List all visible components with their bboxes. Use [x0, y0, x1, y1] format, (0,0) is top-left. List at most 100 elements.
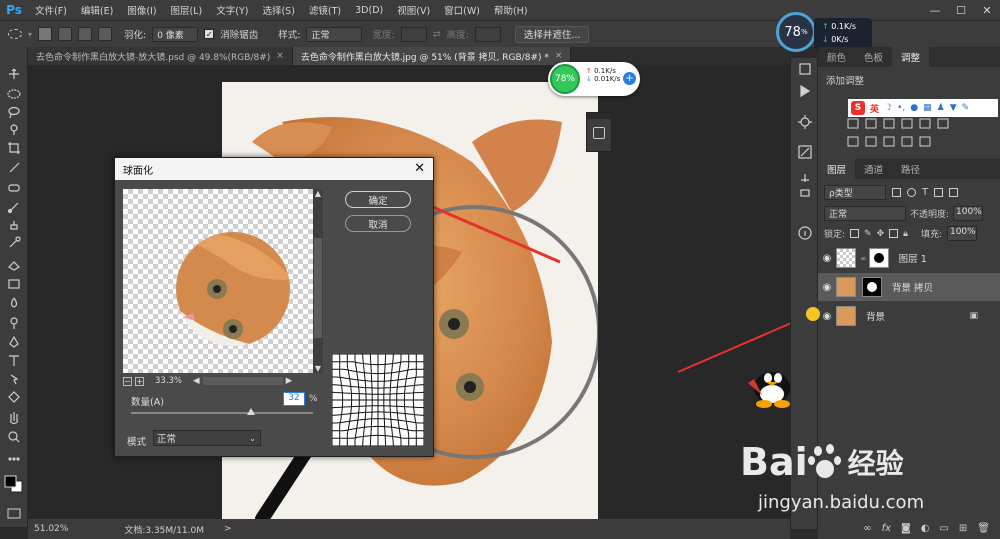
blend-mode-select[interactable]: 正常: [824, 206, 906, 221]
fill-input[interactable]: 100%: [946, 226, 977, 241]
lock-pixels-icon[interactable]: ✎: [864, 229, 872, 239]
tab-channels[interactable]: 通道: [855, 159, 892, 179]
swap-icon[interactable]: ⇄: [433, 29, 441, 40]
shirt-icon[interactable]: ▼: [950, 103, 957, 113]
cancel-button[interactable]: 取消: [345, 215, 411, 232]
feather-input[interactable]: 0 像素: [152, 26, 199, 42]
zoom-in-button[interactable]: +: [135, 376, 144, 386]
menu-file[interactable]: 文件(F): [28, 3, 74, 17]
preview-scroll-vertical[interactable]: ▲ ▼: [313, 189, 323, 373]
menu-filter[interactable]: 滤镜(T): [302, 3, 348, 17]
keyboard-icon[interactable]: ▦: [923, 103, 932, 113]
layer-mask-thumbnail[interactable]: [862, 277, 882, 297]
kind-filter-select[interactable]: ρ类型: [824, 185, 886, 200]
tab-document-1[interactable]: 去色命令制作黑白放大镜-放大镜.psd @ 49.8%(RGB/8#) ×: [28, 47, 293, 65]
close-button[interactable]: ✕: [974, 0, 1000, 20]
filter-smart-icon[interactable]: [949, 188, 959, 197]
new-selection-button[interactable]: [38, 27, 53, 41]
lock-all-icon[interactable]: 🔒︎: [903, 229, 908, 239]
tab-paths[interactable]: 路径: [892, 159, 929, 179]
menu-view[interactable]: 视图(V): [390, 3, 437, 17]
filter-pixel-icon[interactable]: [892, 188, 901, 197]
filter-type-icon[interactable]: T: [922, 187, 928, 198]
lock-position-icon[interactable]: ✥: [877, 229, 885, 239]
layer-mask-thumbnail[interactable]: [868, 248, 889, 268]
select-and-mask-button[interactable]: 选择并遮住...: [514, 25, 590, 43]
antialias-checkbox[interactable]: ✓: [204, 29, 215, 39]
clone-source-icon: [800, 174, 810, 197]
adjust-panel-tabs: 颜色 色板 调整: [818, 47, 1000, 67]
lock-artboard-icon[interactable]: [889, 229, 899, 238]
opacity-input[interactable]: 100%: [953, 206, 984, 221]
ok-button[interactable]: 确定: [345, 191, 411, 208]
layer-row-selected[interactable]: ◉ 背景 拷贝: [818, 273, 1000, 301]
close-icon[interactable]: ×: [276, 51, 284, 61]
menu-layer[interactable]: 图层(L): [164, 3, 210, 17]
tab-swatches[interactable]: 色板: [855, 47, 892, 67]
moon-icon[interactable]: ☽: [884, 103, 892, 113]
amount-input[interactable]: 32: [283, 392, 305, 406]
menu-type[interactable]: 文字(Y): [209, 3, 255, 17]
amount-slider-thumb[interactable]: [247, 408, 256, 415]
scroll-horizontal[interactable]: [202, 377, 283, 385]
filter-adjust-icon[interactable]: [907, 188, 916, 197]
more-tools-icon: [8, 457, 20, 461]
network-monitor-ring: 78%: [776, 12, 816, 52]
minimize-button[interactable]: —: [922, 0, 948, 20]
chevron-down-icon[interactable]: ▾: [28, 30, 32, 39]
scroll-left-icon[interactable]: ◀: [193, 376, 200, 386]
tab-color[interactable]: 颜色: [818, 47, 855, 67]
visibility-eye-icon[interactable]: ◉: [818, 311, 836, 322]
lock-transparent-icon[interactable]: [850, 229, 860, 238]
mode-select[interactable]: 正常 ⌄: [153, 430, 261, 446]
scroll-right-icon[interactable]: ▶: [286, 376, 293, 386]
network-expand-button[interactable]: +: [623, 72, 636, 85]
zoom-out-button[interactable]: −: [123, 376, 132, 386]
tab-document-2[interactable]: 去色命令制作黑白放大镜.jpg @ 51% (背景 拷贝, RGB/8#) * …: [292, 47, 572, 65]
lock-label: 锁定:: [824, 230, 846, 240]
status-menu-arrow[interactable]: >: [224, 524, 232, 534]
ime-language[interactable]: 英: [870, 102, 879, 115]
width-input[interactable]: [400, 26, 427, 42]
close-icon[interactable]: ✕: [414, 161, 425, 176]
maximize-button[interactable]: ☐: [948, 0, 974, 20]
add-selection-button[interactable]: [58, 27, 73, 41]
marquee-ellipse-icon[interactable]: [8, 29, 22, 39]
layer-row[interactable]: ◉ 背景 ▣: [818, 302, 1000, 330]
scroll-thumb[interactable]: [314, 238, 322, 338]
menu-image[interactable]: 图像(I): [120, 3, 163, 17]
style-select[interactable]: 正常: [306, 26, 363, 42]
tab-adjustments[interactable]: 调整: [892, 47, 930, 67]
wrench-icon[interactable]: ✎: [962, 103, 970, 113]
mic-icon[interactable]: ●: [910, 103, 918, 113]
height-input[interactable]: [474, 26, 501, 42]
visibility-eye-icon[interactable]: ◉: [818, 282, 836, 293]
amount-slider[interactable]: [131, 412, 313, 414]
menu-window[interactable]: 窗口(W): [437, 3, 487, 17]
close-icon[interactable]: ×: [555, 51, 563, 61]
layer-row[interactable]: ◉ ∞ 图层 1: [818, 244, 1000, 272]
subtract-selection-button[interactable]: [78, 27, 93, 41]
user-icon[interactable]: ♟: [937, 103, 945, 113]
tab-layers[interactable]: 图层: [818, 159, 856, 179]
jingyan-chinese: 经验: [847, 447, 904, 480]
scroll-down-icon[interactable]: ▼: [313, 364, 323, 373]
upload-arrow-icon: ↑: [822, 22, 829, 31]
zoom-level[interactable]: 51.02%: [34, 524, 68, 534]
menu-edit[interactable]: 编辑(E): [74, 3, 120, 17]
menu-help[interactable]: 帮助(H): [487, 3, 535, 17]
menu-select[interactable]: 选择(S): [255, 3, 301, 17]
amount-unit: %: [309, 394, 318, 404]
filter-shape-icon[interactable]: [934, 188, 944, 197]
intersect-selection-button[interactable]: [98, 27, 113, 41]
menu-3d[interactable]: 3D(D): [348, 5, 390, 16]
scroll-up-icon[interactable]: ▲: [313, 189, 323, 198]
info-icon[interactable]: [593, 127, 605, 139]
punctuation-icon[interactable]: •,: [897, 103, 905, 113]
visibility-eye-icon[interactable]: ◉: [818, 253, 836, 264]
info-panel-icon: [798, 226, 812, 240]
status-bar: 51.02% 文档:3.35M/11.0M >: [28, 519, 790, 539]
baidu-logo-text: Bai du 经验: [740, 440, 904, 484]
filter-preview[interactable]: [123, 189, 313, 373]
eraser-icon: [8, 261, 20, 271]
